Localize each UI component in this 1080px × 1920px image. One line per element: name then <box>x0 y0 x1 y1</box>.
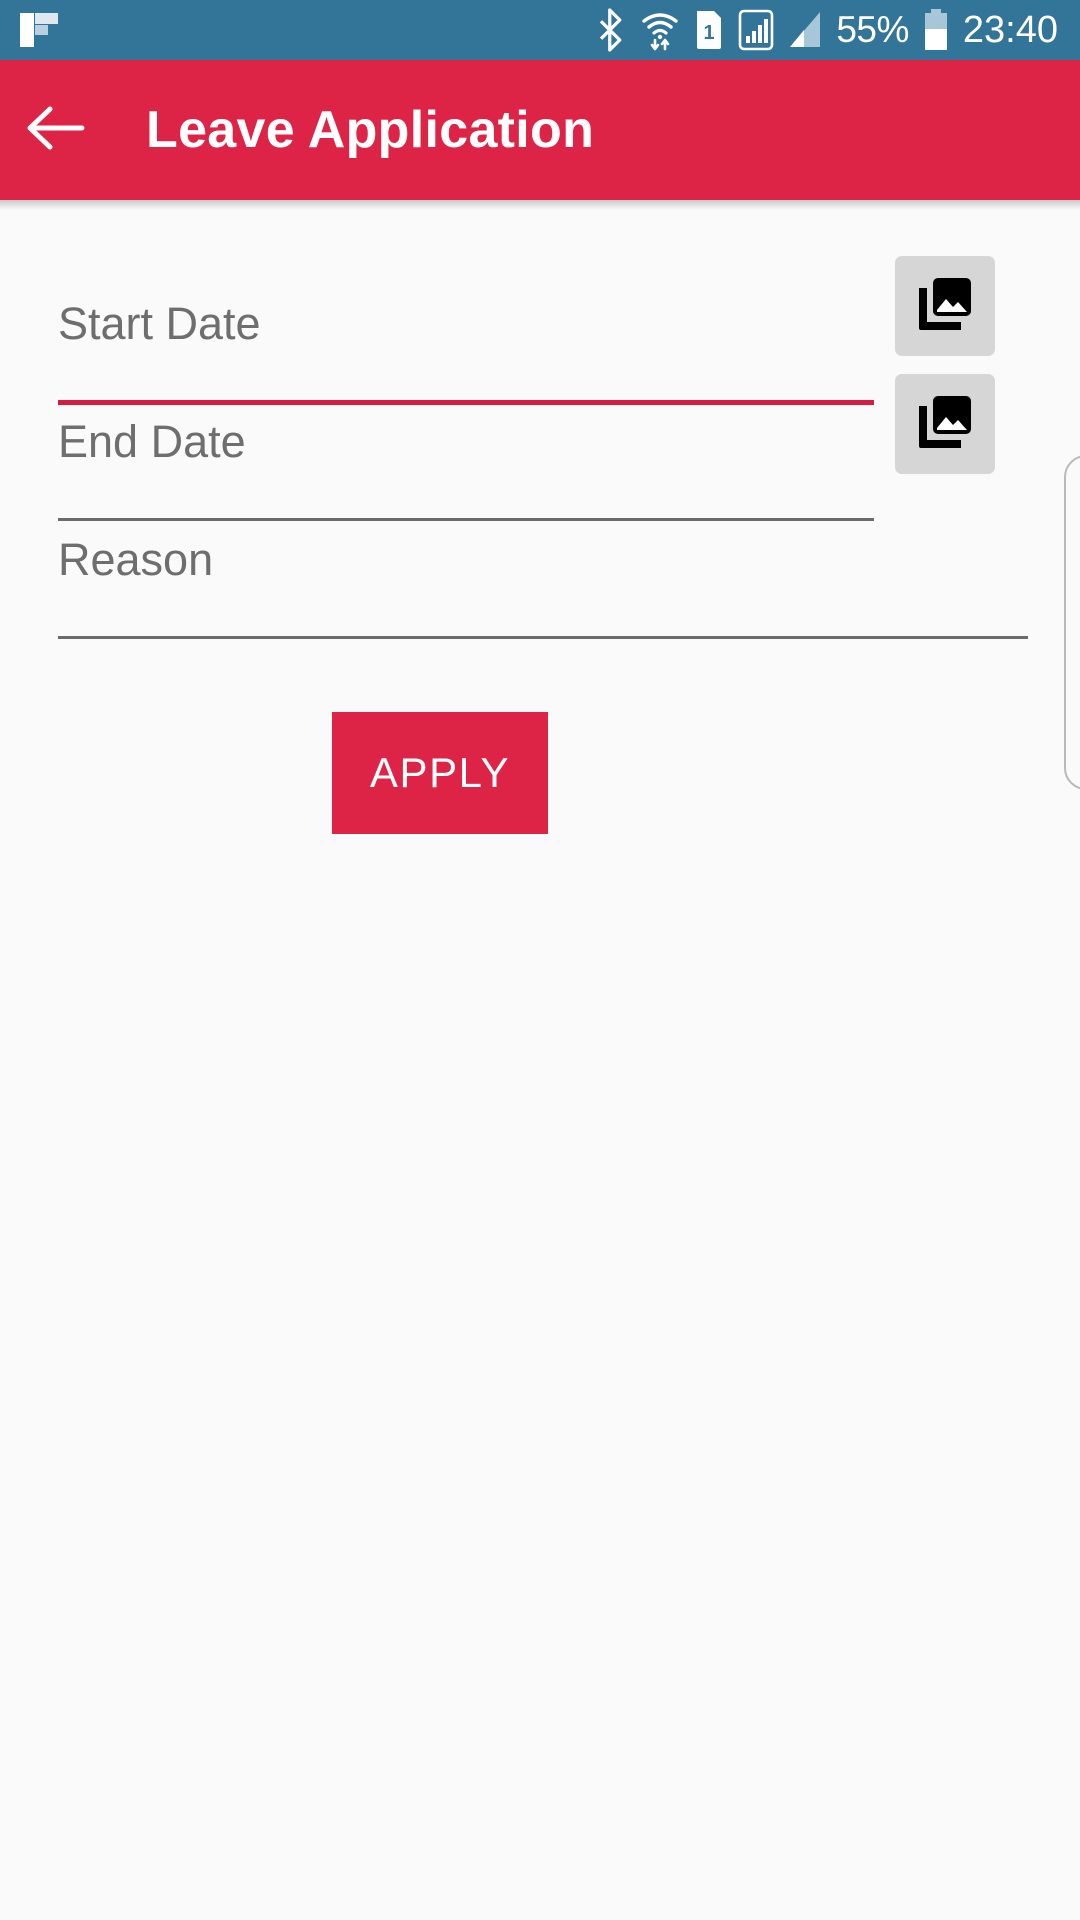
offscreen-card-edge <box>1064 455 1080 790</box>
status-bar: 1 55% 23:40 <box>0 0 1080 60</box>
photo-library-icon <box>913 272 977 341</box>
reason-underline <box>58 636 1028 639</box>
bluetooth-icon <box>596 8 626 52</box>
end-date-label: End Date <box>58 416 246 467</box>
reason-label: Reason <box>58 534 214 585</box>
status-bar-right: 1 55% 23:40 <box>596 8 1080 52</box>
svg-text:1: 1 <box>704 22 715 44</box>
appbar-shadow <box>0 200 1080 210</box>
apply-button[interactable]: APPLY <box>332 712 548 834</box>
battery-percent-label: 55% <box>836 9 909 50</box>
end-date-picker-button[interactable] <box>895 374 995 474</box>
back-button[interactable] <box>0 60 110 200</box>
battery-icon <box>923 9 949 51</box>
start-date-picker-button[interactable] <box>895 256 995 356</box>
flipboard-logo-icon <box>20 13 58 47</box>
page-title: Leave Application <box>146 101 595 159</box>
start-date-label: Start Date <box>58 298 261 349</box>
status-bar-left <box>0 13 58 47</box>
signal-bars-icon <box>788 9 822 51</box>
back-arrow-icon <box>24 103 86 158</box>
reason-field[interactable]: Reason <box>58 496 1028 641</box>
signal-boxed-icon <box>738 9 774 51</box>
photo-library-icon <box>913 390 977 459</box>
sim-card-1-icon: 1 <box>694 9 724 51</box>
content-area: Start Date End Date Reason APPLY <box>0 200 1080 1920</box>
screen: 1 55% 23:40 Leave Application Start Date… <box>0 0 1080 1920</box>
app-bar: Leave Application <box>0 60 1080 200</box>
wifi-data-transfer-icon <box>640 8 680 52</box>
status-bar-clock: 23:40 <box>962 8 1058 51</box>
